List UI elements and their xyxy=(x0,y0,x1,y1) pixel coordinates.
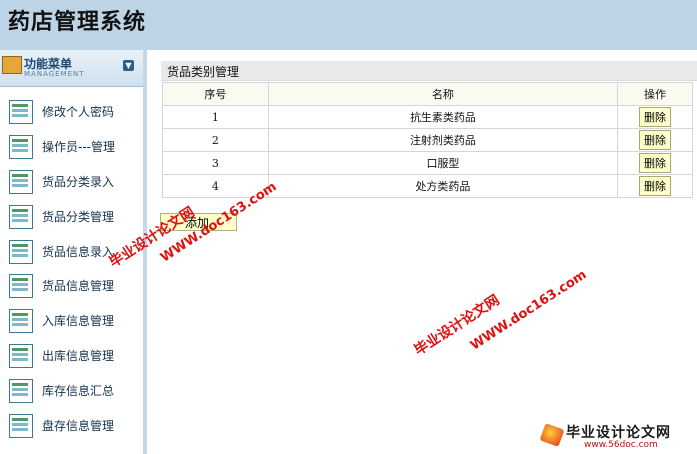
logo-mark-icon xyxy=(539,423,565,447)
document-icon xyxy=(9,274,33,299)
sidebar-item-label: 入库信息管理 xyxy=(42,314,115,329)
delete-button[interactable]: 删除 xyxy=(639,153,672,173)
cell-name: 注射剂类药品 xyxy=(267,128,619,152)
document-icon xyxy=(9,309,33,334)
table-row: 4 处方类药品 删除 xyxy=(162,174,693,198)
menu-header: 功能菜单 MANAGEMENT ▼ xyxy=(0,50,143,87)
col-header-no: 序号 xyxy=(162,82,269,106)
logo-text: 毕业设计论文网 xyxy=(566,425,671,441)
sidebar-item-category-entry[interactable]: 货品分类录入 xyxy=(0,164,143,199)
menu-subtitle: MANAGEMENT xyxy=(24,70,85,78)
cell-name: 抗生素类药品 xyxy=(267,105,619,129)
sidebar-item-stock-out[interactable]: 出库信息管理 xyxy=(0,338,143,373)
sidebar-item-label: 货品分类管理 xyxy=(42,209,115,224)
cell-action: 删除 xyxy=(617,151,693,175)
cell-name: 口服型 xyxy=(267,151,619,175)
document-icon xyxy=(9,204,33,229)
sidebar-item-change-password[interactable]: 修改个人密码 xyxy=(0,94,143,129)
panel-header: 货品类别管理 xyxy=(161,61,697,81)
app-title: 药店管理系统 xyxy=(8,10,147,35)
cell-action: 删除 xyxy=(617,174,693,198)
watermark-text: 毕业设计论文网 xyxy=(411,292,503,359)
sidebar-item-goods-manage[interactable]: 货品信息管理 xyxy=(0,268,143,303)
menu-folder-icon xyxy=(2,56,22,74)
category-table: 序号 名称 操作 1 抗生素类药品 删除 2 注射剂类药品 删除 3 口服型 删… xyxy=(162,82,693,198)
cell-no: 3 xyxy=(162,151,269,175)
document-icon xyxy=(9,414,33,439)
document-icon xyxy=(9,239,33,264)
sidebar-item-operator-manage[interactable]: 操作员---管理 xyxy=(0,129,143,164)
sidebar-item-inventory-summary[interactable]: 库存信息汇总 xyxy=(0,373,143,408)
sidebar-item-stocktake[interactable]: 盘存信息管理 xyxy=(0,408,143,443)
menu-list: 修改个人密码 操作员---管理 货品分类录入 货品分类管理 货品信息录入 货品信… xyxy=(0,94,143,443)
document-icon xyxy=(9,344,33,369)
document-icon xyxy=(9,169,33,194)
sidebar-item-label: 货品分类录入 xyxy=(42,174,115,189)
delete-button[interactable]: 删除 xyxy=(639,107,672,127)
col-header-name: 名称 xyxy=(267,82,619,106)
logo-url: www.56doc.com xyxy=(584,440,658,450)
cell-action: 删除 xyxy=(617,128,693,152)
panel-title: 货品类别管理 xyxy=(167,65,240,79)
delete-button[interactable]: 删除 xyxy=(639,176,672,196)
sidebar-item-stock-in[interactable]: 入库信息管理 xyxy=(0,303,143,338)
app-header: 药店管理系统 xyxy=(0,0,697,50)
table-row: 2 注射剂类药品 删除 xyxy=(162,128,693,152)
sidebar-item-label: 货品信息录入 xyxy=(42,244,115,259)
delete-button[interactable]: 删除 xyxy=(639,130,672,150)
cell-action: 删除 xyxy=(617,105,693,129)
cell-no: 2 xyxy=(162,128,269,152)
sidebar-item-label: 修改个人密码 xyxy=(42,105,115,119)
col-header-action: 操作 xyxy=(617,82,693,106)
sidebar-item-category-manage[interactable]: 货品分类管理 xyxy=(0,199,143,234)
cell-no: 1 xyxy=(162,105,269,129)
sidebar-item-label: 操作员---管理 xyxy=(42,139,115,154)
cell-name: 处方类药品 xyxy=(267,174,619,198)
sidebar-item-label: 货品信息管理 xyxy=(42,279,115,294)
document-icon xyxy=(9,100,33,124)
table-row: 3 口服型 删除 xyxy=(162,151,693,175)
collapse-icon[interactable]: ▼ xyxy=(123,60,134,71)
sidebar-item-label: 库存信息汇总 xyxy=(42,384,115,399)
sidebar-item-label: 盘存信息管理 xyxy=(42,419,115,434)
document-icon xyxy=(9,379,33,404)
sidebar-item-label: 出库信息管理 xyxy=(42,349,115,364)
table-header-row: 序号 名称 操作 xyxy=(162,82,693,106)
site-logo: 毕业设计论文网 www.56doc.com xyxy=(538,418,697,454)
document-icon xyxy=(9,134,33,159)
table-row: 1 抗生素类药品 删除 xyxy=(162,105,693,129)
